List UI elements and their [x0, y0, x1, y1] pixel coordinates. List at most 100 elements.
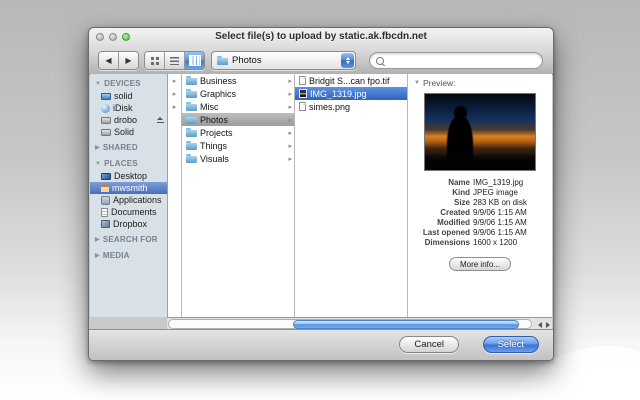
disclosure-closed-icon: ▶	[95, 236, 100, 243]
meta-value: 1600 x 1200	[473, 238, 518, 247]
list-view-button[interactable]	[165, 52, 185, 69]
chevron-right-icon: ▸	[288, 155, 292, 163]
chevron-right-icon: ▸	[288, 142, 292, 150]
browser-column-parent[interactable]: ▸ ▸ ▸	[168, 74, 182, 317]
meta-row: Last opened 9/9/06 1:15 AM	[414, 228, 546, 238]
document-icon	[299, 102, 306, 111]
location-popup[interactable]: Photos	[211, 51, 356, 70]
section-label: SEARCH FOR	[102, 235, 158, 244]
folder-item[interactable]: Projects ▸	[182, 126, 294, 139]
sidebar-section-devices[interactable]: ▼ DEVICES	[90, 74, 167, 90]
meta-row: Created 9/9/06 1:15 AM	[414, 208, 546, 218]
sidebar-item-documents[interactable]: Documents	[90, 206, 167, 218]
folder-item[interactable]: Visuals ▸	[182, 152, 294, 165]
sidebar-item-desktop[interactable]: Desktop	[90, 170, 167, 182]
close-button[interactable]	[96, 33, 104, 41]
select-button[interactable]: Select	[482, 336, 539, 353]
folder-icon	[186, 76, 197, 85]
meta-value: IMG_1319.jpg	[473, 178, 524, 187]
folder-icon	[186, 154, 197, 163]
search-icon	[376, 56, 384, 65]
nav-buttons: ◀ ▶	[98, 51, 139, 70]
sidebar-item-label: solid	[114, 91, 133, 101]
sidebar-item-solid-2[interactable]: Solid	[90, 126, 167, 138]
sidebar-item-label: mwsmith	[112, 183, 148, 193]
photo-file-icon	[299, 89, 307, 98]
sidebar-section-places[interactable]: ▼ PLACES	[90, 154, 167, 170]
meta-key: Name	[448, 178, 470, 187]
folder-item[interactable]: Things ▸	[182, 139, 294, 152]
sidebar-item-dropbox[interactable]: Dropbox	[90, 218, 167, 230]
dropbox-icon	[101, 220, 110, 228]
browser-column-files: Bridgit S...can fpo.tif IMG_1319.jpg sim…	[295, 74, 408, 317]
document-icon	[299, 76, 306, 85]
desktop-icon	[101, 172, 111, 180]
chevron-right-icon: ▸	[288, 77, 292, 85]
section-label: MEDIA	[102, 251, 130, 260]
more-info-button[interactable]: More info...	[448, 257, 511, 271]
eject-icon[interactable]	[157, 117, 164, 123]
column-view-icon	[188, 55, 201, 66]
display-icon	[101, 92, 111, 100]
icon-view-button[interactable]	[145, 52, 165, 69]
view-switcher	[144, 51, 205, 70]
toolbar: ◀ ▶ Photos	[89, 46, 553, 74]
chevron-right-icon: ▸	[288, 90, 292, 98]
meta-key: Last opened	[422, 228, 470, 237]
search-field[interactable]	[369, 52, 543, 69]
back-button[interactable]: ◀	[99, 52, 119, 69]
section-label: DEVICES	[104, 79, 141, 88]
sidebar: ▼ DEVICES solid iDisk drobo Solid ▶ SHAR…	[90, 74, 168, 317]
forward-icon: ▶	[125, 56, 132, 65]
person-silhouette-head	[454, 106, 467, 120]
preview-header[interactable]: ▼ Preview:	[414, 78, 546, 88]
sidebar-item-solid[interactable]: solid	[90, 90, 167, 102]
disclosure-open-icon: ▼	[95, 80, 102, 87]
preview-pane: ▼ Preview: Name IMG_1319.jpg Kind JPEG i	[408, 74, 552, 317]
sidebar-item-drobo[interactable]: drobo	[90, 114, 167, 126]
popup-stepper-icon	[341, 53, 354, 68]
sidebar-section-shared[interactable]: ▶ SHARED	[90, 138, 167, 154]
traffic-lights	[96, 33, 130, 41]
meta-value: 283 KB on disk	[473, 198, 527, 207]
sidebar-item-idisk[interactable]: iDisk	[90, 102, 167, 114]
minimize-button[interactable]	[109, 33, 117, 41]
titlebar[interactable]: Select file(s) to upload by static.ak.fb…	[89, 28, 553, 46]
dialog-footer: Cancel Select	[89, 329, 553, 360]
forward-button[interactable]: ▶	[119, 52, 138, 69]
folder-icon	[217, 56, 228, 65]
scroll-right-icon[interactable]	[546, 321, 550, 328]
sidebar-item-label: Documents	[111, 207, 157, 217]
file-item[interactable]: simes.png	[295, 100, 407, 113]
folder-item-selected[interactable]: Photos ▸	[182, 113, 294, 126]
column-view-button[interactable]	[185, 52, 204, 69]
folder-label: Graphics	[200, 88, 237, 99]
folder-item[interactable]: Business ▸	[182, 74, 294, 87]
folder-item[interactable]: Graphics ▸	[182, 87, 294, 100]
meta-row: Modified 9/9/06 1:15 AM	[414, 218, 546, 228]
desktop-background: Select file(s) to upload by static.ak.fb…	[0, 0, 640, 400]
scrollbar-thumb[interactable]	[293, 319, 519, 329]
meta-row: Size 283 KB on disk	[414, 198, 546, 208]
scroll-left-icon[interactable]	[538, 321, 542, 328]
sidebar-section-media[interactable]: ▶ MEDIA	[90, 246, 167, 262]
sidebar-item-applications[interactable]: Applications	[90, 194, 167, 206]
sidebar-item-label: Applications	[113, 195, 162, 205]
file-item[interactable]: Bridgit S...can fpo.tif	[295, 74, 407, 87]
chevron-right-icon: ▸	[288, 129, 292, 137]
cancel-button[interactable]: Cancel	[399, 336, 459, 353]
file-item-selected[interactable]: IMG_1319.jpg	[295, 87, 407, 100]
folder-icon	[186, 89, 197, 98]
search-input[interactable]	[388, 54, 536, 67]
sidebar-section-search-for[interactable]: ▶ SEARCH FOR	[90, 230, 167, 246]
meta-key: Dimensions	[424, 238, 470, 247]
window-title: Select file(s) to upload by static.ak.fb…	[215, 31, 427, 42]
meta-key: Kind	[452, 188, 470, 197]
disk-icon	[101, 128, 111, 136]
folder-label: Projects	[200, 127, 233, 138]
sidebar-item-home[interactable]: mwsmith	[90, 182, 167, 194]
file-metadata: Name IMG_1319.jpg Kind JPEG image Size 2…	[414, 178, 546, 248]
preview-image	[424, 93, 536, 171]
folder-item[interactable]: Misc ▸	[182, 100, 294, 113]
folder-icon	[186, 128, 197, 137]
